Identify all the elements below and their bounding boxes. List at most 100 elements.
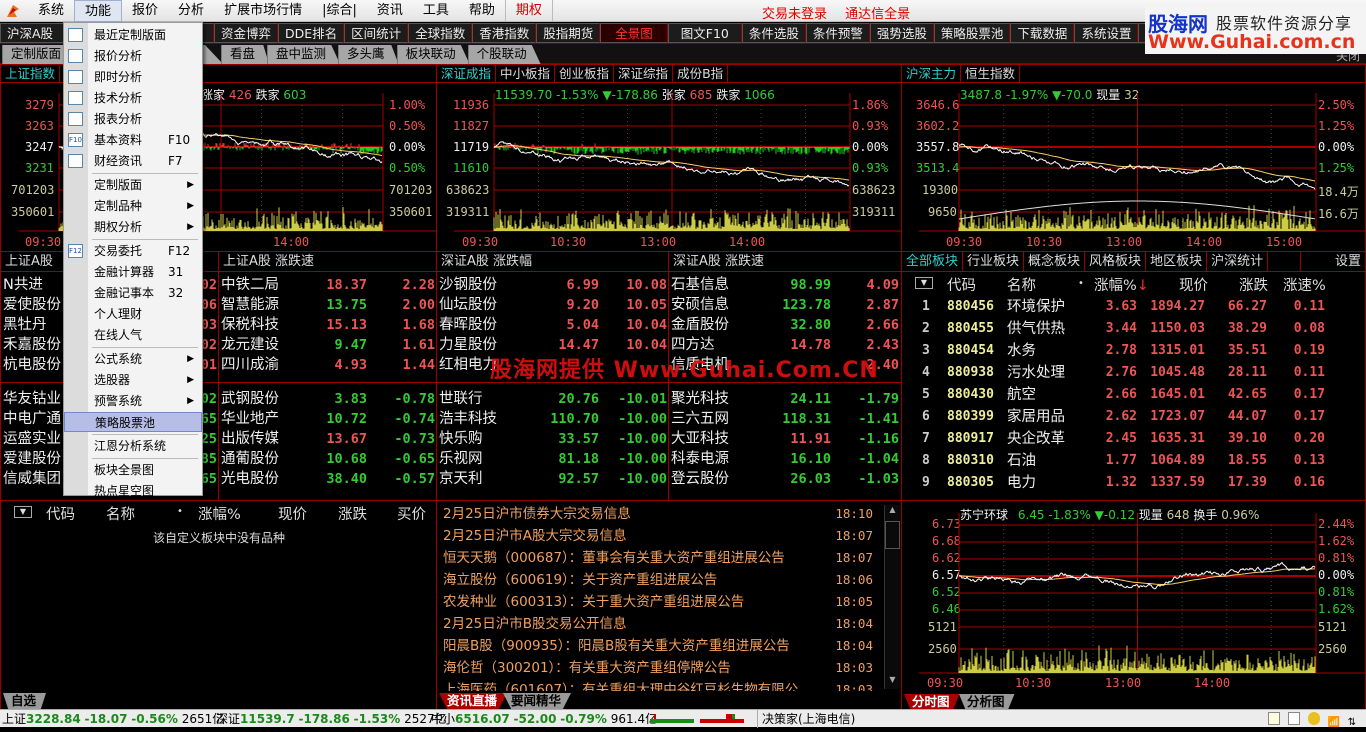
list-item[interactable]: 快乐购 33.57 -10.00: [437, 429, 669, 449]
list-item[interactable]: 保税科技 15.13 1.68: [219, 315, 437, 335]
stock-intraday-chart[interactable]: [902, 501, 1366, 711]
menu-item[interactable]: 选股器 ▶: [64, 370, 202, 390]
menu-item[interactable]: F12 交易委托 F12: [64, 241, 202, 261]
menu-item[interactable]: 板块全景图: [64, 460, 202, 480]
tab-news-highlights[interactable]: 要闻精华: [503, 693, 572, 709]
tab-sector-link[interactable]: 板块联动: [396, 45, 470, 64]
list-item[interactable]: 京天利 92.57 -10.00: [437, 469, 669, 489]
menu-options[interactable]: 期权: [504, 0, 553, 22]
list-item[interactable]: 沙钢股份 6.99 10.08: [437, 275, 669, 295]
news-item[interactable]: 恒天天鹅（000687）：董事会有关重大资产重组进展公告 18:07: [437, 547, 901, 569]
news-item[interactable]: 阳晨B股（900935）：阳晨B股有关重大资产重组进展公告 18:04: [437, 635, 901, 657]
table-row[interactable]: 9 880305 电力 1.32 1337.59 17.39 0.16: [902, 472, 1365, 494]
toolbar-index-futures[interactable]: 股指期货: [536, 23, 601, 43]
list-item[interactable]: 金盾股份 32.80 2.66: [669, 315, 901, 335]
menu-item[interactable]: 个人理财: [64, 304, 202, 324]
signal-icon[interactable]: 📶: [1327, 714, 1339, 732]
list-item[interactable]: 春晖股份 5.04 10.04: [437, 315, 669, 335]
table-row[interactable]: 4 880938 污水处理 2.76 1045.48 28.11 0.11: [902, 362, 1365, 384]
list-item[interactable]: 三六五网 118.31 -1.41: [669, 409, 901, 429]
news-item[interactable]: 2月25日沪市B股交易公开信息 18:04: [437, 613, 901, 635]
col-change-pct[interactable]: 涨幅%↓: [1094, 274, 1149, 295]
tab-news-live[interactable]: 资讯直播: [439, 693, 508, 709]
table-row[interactable]: 1 880456 环境保护 3.63 1894.27 66.27 0.11: [902, 296, 1365, 318]
menu-item[interactable]: 江恩分析系统: [64, 436, 202, 456]
menu-item[interactable]: 期权分析 ▶: [64, 217, 202, 237]
table-row[interactable]: 8 880310 石油 1.77 1064.89 18.55 0.13: [902, 450, 1365, 472]
list-item[interactable]: 出版传媒 13.67 -0.73: [219, 429, 437, 449]
tab-watch[interactable]: 看盘: [221, 45, 270, 64]
menu-item[interactable]: 公式系统 ▶: [64, 349, 202, 369]
menu-item[interactable]: F10 基本资料 F10: [64, 130, 202, 150]
list-item[interactable]: 石基信息 98.99 4.09: [669, 275, 901, 295]
table-row[interactable]: 3 880454 水务 2.78 1315.01 35.51 0.19: [902, 340, 1365, 362]
scroll-thumb[interactable]: [885, 521, 900, 549]
toolbar-condition-select[interactable]: 条件选股: [741, 23, 806, 43]
hs-intraday-chart[interactable]: [902, 65, 1366, 253]
col-code[interactable]: 代码: [947, 274, 976, 295]
menu-item[interactable]: 策略股票池: [64, 412, 202, 432]
menu-composite[interactable]: |综合|: [312, 0, 367, 22]
menu-item[interactable]: 技术分析: [64, 88, 202, 108]
menu-item[interactable]: 金融计算器 31: [64, 262, 202, 282]
toolbar-download-data[interactable]: 下载数据: [1010, 23, 1075, 43]
menu-function[interactable]: 功能: [74, 0, 123, 22]
list-item[interactable]: 聚光科技 24.11 -1.79: [669, 389, 901, 409]
list-item[interactable]: 中铁二局 18.37 2.28: [219, 275, 437, 295]
document-icon[interactable]: [1287, 712, 1300, 725]
tab-analysis-chart[interactable]: 分析图: [959, 694, 1015, 710]
table-row[interactable]: 7 880917 央企改革 2.45 1635.31 39.10 0.20: [902, 428, 1365, 450]
menu-item[interactable]: 定制品种 ▶: [64, 196, 202, 216]
menu-item[interactable]: 最近定制版面: [64, 25, 202, 45]
menu-item[interactable]: 热点星空图: [64, 481, 202, 501]
col-name[interactable]: 名称: [106, 503, 135, 524]
menu-analysis[interactable]: 分析: [168, 0, 214, 22]
menu-quote[interactable]: 报价: [122, 0, 168, 22]
sz-index-status[interactable]: 深证11539.7 -178.86 -1.53% 2527亿: [216, 710, 447, 728]
table-row[interactable]: 5 880430 航空 2.66 1645.01 42.65 0.17: [902, 384, 1365, 406]
list-item[interactable]: 四川成渝 4.93 1.44: [219, 355, 437, 375]
table-row[interactable]: 2 880455 供气供热 3.44 1150.03 38.29 0.08: [902, 318, 1365, 340]
menu-item[interactable]: 预警系统 ▶: [64, 391, 202, 411]
notepad-icon[interactable]: [1268, 712, 1280, 725]
tab-time-chart[interactable]: 分时图: [904, 694, 960, 710]
news-item[interactable]: 上海医药（601607）：有关重组大理中谷红豆杉生物有限公... 18:03: [437, 679, 901, 691]
col-code[interactable]: 代码: [46, 503, 75, 524]
tab-hs-stats[interactable]: 沪深统计: [1207, 252, 1269, 271]
coin-icon[interactable]: [1307, 712, 1320, 725]
news-item[interactable]: 2月25日沪市A股大宗交易信息 18:07: [437, 525, 901, 547]
menu-item[interactable]: 在线人气: [64, 325, 202, 345]
dropdown-icon[interactable]: ▼: [14, 506, 32, 518]
tab-region-sectors[interactable]: 地区板块: [1146, 252, 1208, 271]
list-item[interactable]: 世联行 20.76 -10.01: [437, 389, 669, 409]
news-scrollbar[interactable]: ▲ ▼: [884, 505, 900, 689]
list-item[interactable]: 华业地产 10.72 -0.74: [219, 409, 437, 429]
toolbar-range-stats[interactable]: 区间统计: [344, 23, 409, 43]
toolbar-hk-index[interactable]: 香港指数: [472, 23, 537, 43]
col-price[interactable]: 现价: [278, 503, 307, 524]
col-change[interactable]: 涨跌: [338, 503, 367, 524]
list-item[interactable]: 安硕信息 123.78 2.87: [669, 295, 901, 315]
toolbar-strong-select[interactable]: 强势选股: [869, 23, 934, 43]
list-item[interactable]: 光电股份 38.40 -0.57: [219, 469, 437, 489]
list-item[interactable]: 智慧能源 13.75 2.00: [219, 295, 437, 315]
updown-arrows-icon[interactable]: ⇅: [1348, 714, 1356, 732]
menu-system[interactable]: 系统: [28, 0, 74, 22]
list-item[interactable]: 武钢股份 3.83 -0.78: [219, 389, 437, 409]
col-change[interactable]: 涨跌: [1239, 274, 1268, 295]
menu-item[interactable]: 财经资讯 F7: [64, 151, 202, 171]
news-item[interactable]: 海立股份（600619）：关于资产重组进展公告 18:06: [437, 569, 901, 591]
sz-intraday-chart[interactable]: [437, 65, 910, 253]
menu-extended-market[interactable]: 扩展市场行情: [214, 0, 312, 22]
list-item[interactable]: 乐视网 81.18 -10.00: [437, 449, 669, 469]
menu-item[interactable]: 报价分析: [64, 46, 202, 66]
tab-bull-eagle[interactable]: 多头鹰: [338, 45, 399, 64]
tab-watchlist[interactable]: 自选: [3, 693, 47, 709]
col-change-pct[interactable]: 涨幅%: [198, 503, 241, 524]
trade-login-status[interactable]: 交易未登录: [762, 7, 827, 22]
tab-intraday-monitor[interactable]: 盘中监测: [267, 45, 341, 64]
scroll-up-icon[interactable]: ▲: [885, 505, 900, 519]
toolbar-hs-a-shares[interactable]: 沪深A股: [0, 23, 64, 43]
list-item[interactable]: 浩丰科技 110.70 -10.00: [437, 409, 669, 429]
toolbar-condition-alert[interactable]: 条件预警: [805, 23, 870, 43]
